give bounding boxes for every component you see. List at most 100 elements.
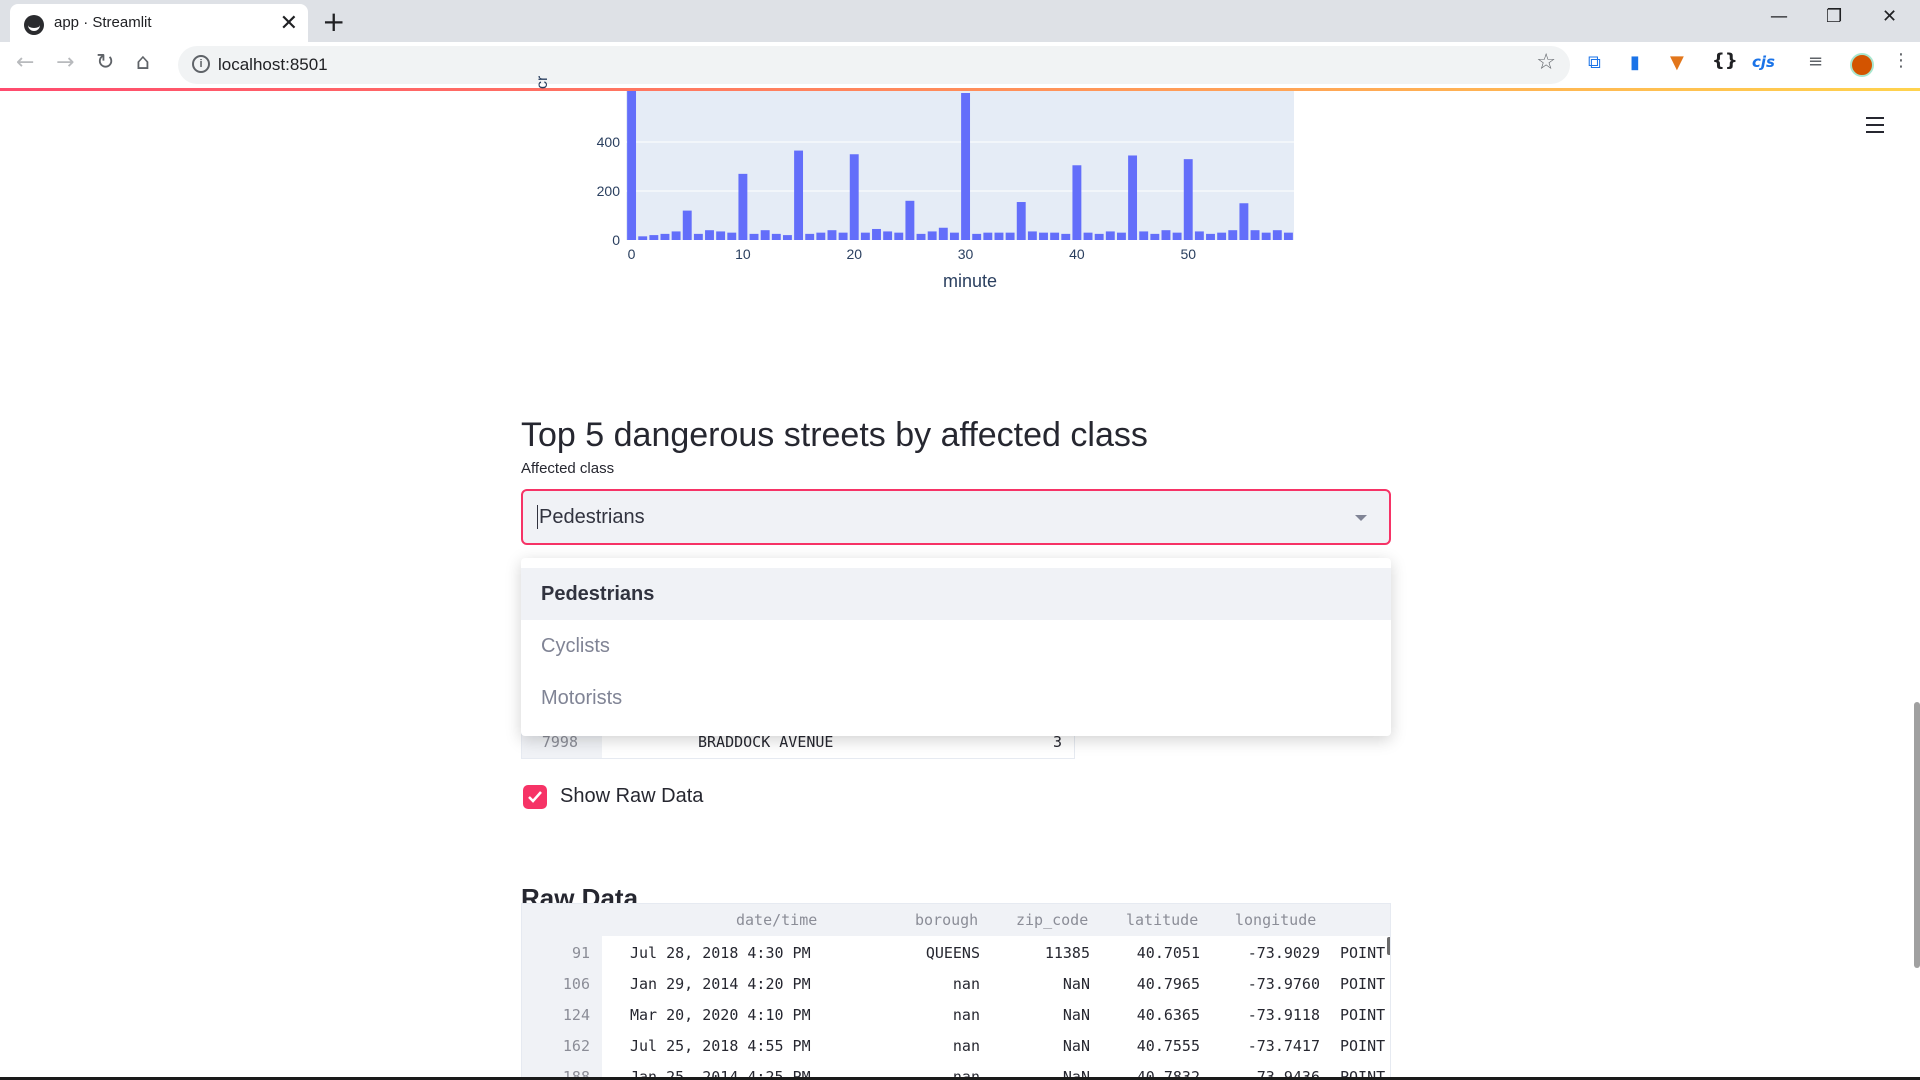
fox-icon[interactable]: ▼ [1670,52,1684,73]
bar-minute-0 [627,91,637,240]
bar-minute-8 [716,231,726,240]
column-header-latitude[interactable]: latitude [1126,911,1198,929]
select-value[interactable]: Pedestrians [539,506,645,529]
cjs-icon[interactable]: cjs [1752,53,1775,71]
cell-datetime[interactable]: Jul 28, 2018 4:30 PM [630,944,811,962]
x-tick-label: 10 [735,246,751,262]
cell-longitude[interactable]: -73.9760 [1248,975,1320,993]
cell-latitude[interactable]: 40.7555 [1137,1037,1200,1055]
bar-minute-34 [1005,232,1015,240]
row-index[interactable]: 124 [563,1006,590,1024]
hamburger-menu-icon[interactable] [1866,117,1884,138]
cell-datetime[interactable]: Jul 25, 2018 4:55 PM [630,1037,811,1055]
playlist-icon[interactable]: ≡ [1808,51,1823,72]
bar-minute-42 [1094,233,1104,240]
cell-location[interactable]: POINT [1340,1037,1385,1055]
affected-class-select[interactable]: Pedestrians [521,489,1391,545]
bar-minute-9 [727,232,737,240]
cell-location[interactable]: POINT [1340,1006,1385,1024]
bar-minute-20 [849,154,859,240]
menu-kebab-icon[interactable]: ⋮ [1892,50,1910,71]
translate-icon[interactable]: ⧉ [1588,52,1601,73]
cell-latitude[interactable]: 40.6365 [1137,1006,1200,1024]
bar-chart-icon[interactable]: ▮ [1630,52,1640,73]
plot-background [626,91,1294,240]
cell-borough[interactable]: nan [953,1006,980,1024]
bar-minute-21 [860,232,870,240]
cell-latitude[interactable]: 40.7051 [1137,944,1200,962]
cell-borough[interactable]: nan [953,1037,980,1055]
row-index[interactable]: 91 [572,944,590,962]
column-header-longitude[interactable]: longitude [1235,911,1316,929]
url-text[interactable]: localhost:8501 [218,55,328,75]
cell-zip-code[interactable]: 11385 [1045,944,1090,962]
option-cyclists[interactable]: Cyclists [521,620,1391,672]
column-header-datetime[interactable]: date/time [736,911,817,929]
bar-minute-4 [671,231,681,240]
chevron-down-icon[interactable] [1355,515,1367,521]
cell-location[interactable]: POINT [1340,944,1385,962]
address-bar[interactable]: i localhost:8501 ☆ [178,46,1570,84]
bar-chart: 0 200 400 0 10 20 30 40 50 minute [597,91,1294,291]
bar-minute-19 [838,232,848,240]
cell-location[interactable]: POINT [1340,975,1385,993]
table-header: date/time borough zip_code latitude long… [522,904,1390,936]
bar-minute-50 [1183,159,1193,240]
cell-longitude[interactable]: -73.9118 [1248,1006,1320,1024]
home-icon[interactable]: ⌂ [136,50,150,75]
close-window-button[interactable]: ✕ [1882,6,1897,27]
column-header-zip-code[interactable]: zip_code [1016,911,1088,929]
reload-icon[interactable]: ↻ [96,50,114,75]
forward-arrow-icon[interactable]: → [56,50,74,75]
site-info-icon[interactable]: i [192,55,210,73]
bar-minute-41 [1083,232,1093,240]
y-tick-label: 400 [597,134,621,150]
cell-datetime[interactable]: Jan 29, 2014 4:20 PM [630,975,811,993]
option-motorists[interactable]: Motorists [521,672,1391,724]
profile-avatar[interactable] [1850,53,1874,77]
bar-minute-1 [638,236,648,240]
cell-longitude[interactable]: -73.7417 [1248,1037,1320,1055]
raw-data-table[interactable]: date/time borough zip_code latitude long… [521,903,1391,1080]
page-scrollbar[interactable] [1914,702,1920,968]
table-scrollbar[interactable] [1387,937,1390,955]
cell-latitude[interactable]: 40.7965 [1137,975,1200,993]
bar-minute-31 [972,233,982,240]
option-pedestrians[interactable]: Pedestrians [521,568,1391,620]
braces-icon[interactable]: {} [1712,50,1738,71]
bar-minute-45 [1128,155,1138,240]
cell-borough[interactable]: nan [953,975,980,993]
bar-minute-57 [1261,232,1271,240]
show-raw-data-label[interactable]: Show Raw Data [560,785,703,808]
bar-minute-56 [1250,230,1260,240]
bar-minute-52 [1206,233,1215,240]
tab-title: app · Streamlit [54,14,152,31]
browser-tab[interactable]: app · Streamlit ✕ [10,4,308,42]
bar-minute-27 [927,231,937,240]
cell-zip-code[interactable]: NaN [1063,1006,1090,1024]
streamlit-app: cr 0 200 400 0 10 20 30 40 50 minute Top 5 danger… [0,76,1920,1080]
row-index[interactable]: 106 [563,975,590,993]
column-header-borough[interactable]: borough [915,911,978,929]
x-axis-title: minute [943,271,997,291]
bar-minute-49 [1172,232,1182,240]
bar-minute-23 [883,231,893,240]
show-raw-data-checkbox[interactable] [523,785,547,809]
back-arrow-icon[interactable]: ← [16,50,34,75]
cell-borough[interactable]: QUEENS [926,944,980,962]
row-index[interactable]: 162 [563,1037,590,1055]
minimize-button[interactable]: — [1770,6,1788,27]
tab-close-icon[interactable]: ✕ [280,10,298,36]
bookmark-star-icon[interactable]: ☆ [1536,50,1556,75]
bar-minute-18 [827,230,837,240]
cell-zip-code[interactable]: NaN [1063,975,1090,993]
cell-datetime[interactable]: Mar 20, 2020 4:10 PM [630,1006,811,1024]
text-caret [537,505,538,529]
maximize-button[interactable]: ❐ [1826,6,1842,27]
new-tab-button[interactable]: + [322,5,345,38]
cell-zip-code[interactable]: NaN [1063,1037,1090,1055]
cell-longitude[interactable]: -73.9029 [1248,944,1320,962]
bar-minute-32 [983,232,993,240]
bar-minute-26 [916,233,926,240]
bar-minute-44 [1116,232,1126,240]
